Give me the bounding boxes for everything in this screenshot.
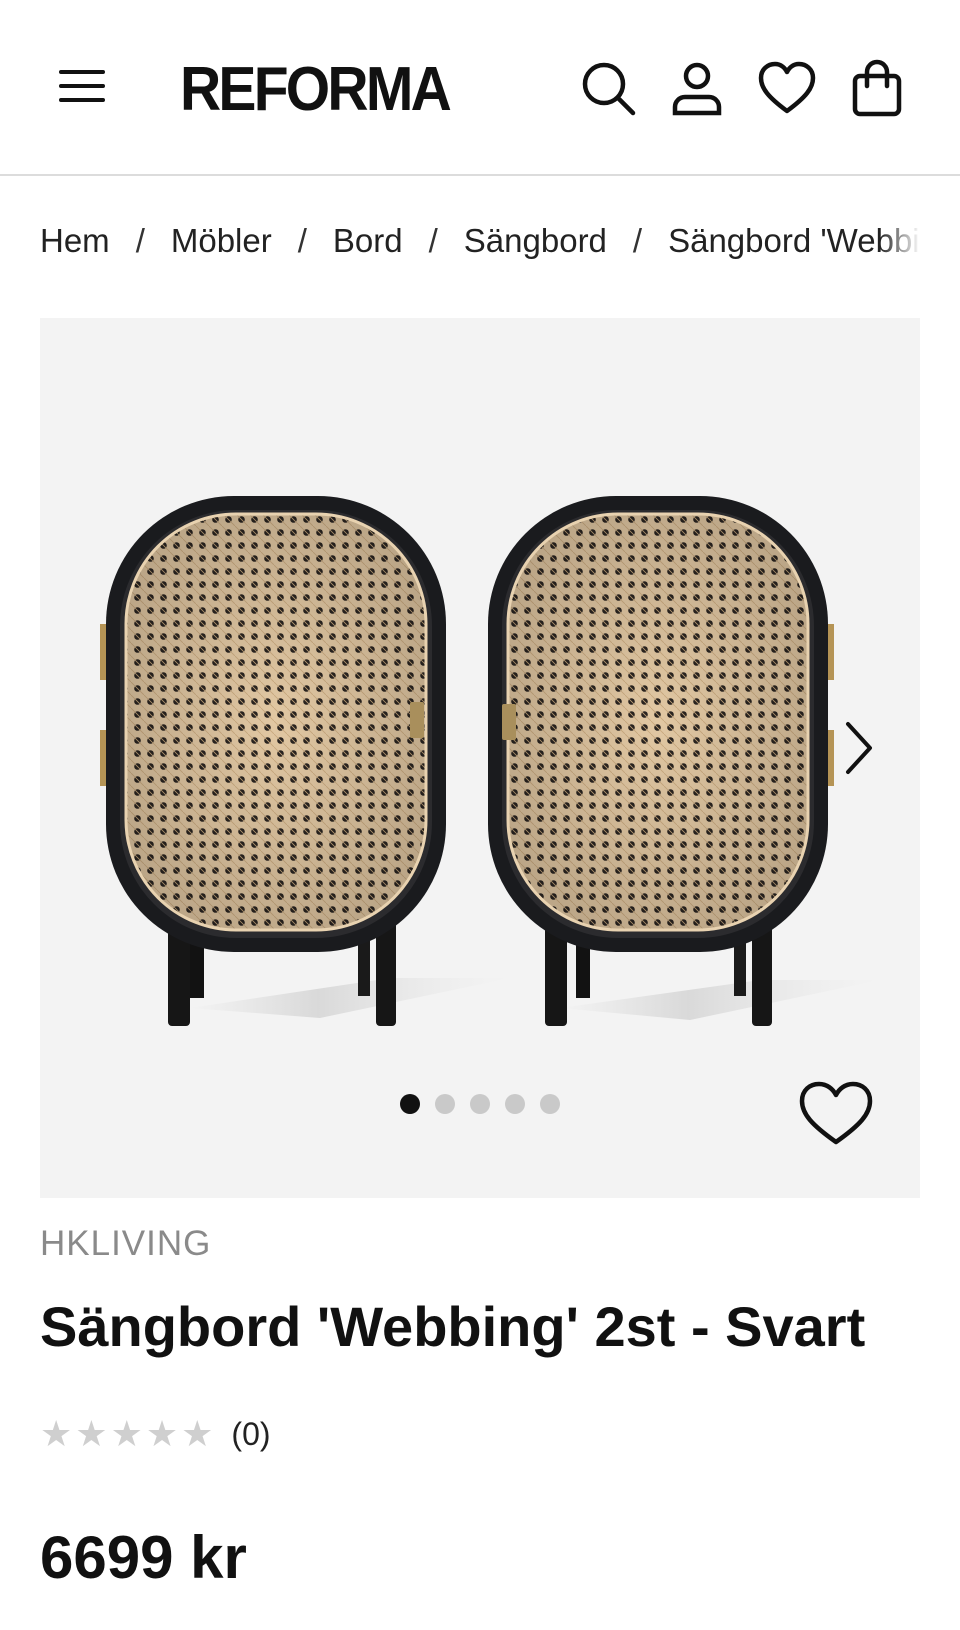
star-icon: ★: [110, 1413, 143, 1454]
bag-icon[interactable]: [846, 58, 908, 120]
breadcrumb-separator: /: [135, 222, 145, 259]
gallery-pagination: [400, 1094, 560, 1118]
heart-icon[interactable]: [756, 58, 818, 120]
breadcrumb-separator: /: [428, 222, 438, 259]
star-icon: ★: [75, 1413, 108, 1454]
product-title: Sängbord 'Webbing' 2st - Svart: [40, 1295, 866, 1358]
breadcrumb-bord[interactable]: Bord: [333, 216, 403, 266]
breadcrumb-mobler[interactable]: Möbler: [171, 216, 272, 266]
gallery-dot-4[interactable]: [505, 1094, 525, 1114]
star-icon: ★: [181, 1413, 214, 1454]
product-gallery[interactable]: [40, 318, 920, 1198]
add-to-wishlist-heart-icon[interactable]: [798, 1080, 874, 1148]
star-icon: ★: [145, 1413, 179, 1454]
rating-stars: ★ ★ ★ ★ ★: [40, 1414, 213, 1454]
breadcrumb: Hem/Möbler/Bord/Sängbord/Sängbord 'Webbi…: [40, 216, 920, 266]
next-slide-arrow-icon[interactable]: [832, 716, 884, 780]
review-count[interactable]: (0): [231, 1416, 270, 1453]
breadcrumb-fade: [880, 216, 920, 266]
menu-icon[interactable]: [56, 64, 108, 108]
breadcrumb-home[interactable]: Hem: [40, 216, 110, 266]
breadcrumb-separator: /: [632, 222, 643, 259]
gallery-dot-1[interactable]: [400, 1094, 420, 1114]
search-icon[interactable]: [578, 58, 640, 120]
product-rating[interactable]: ★ ★ ★ ★ ★ (0): [40, 1410, 271, 1458]
product-image: [100, 496, 880, 1026]
product-brand[interactable]: HKLIVING: [40, 1222, 211, 1266]
gallery-dot-5[interactable]: [540, 1094, 560, 1114]
breadcrumb-sangbord[interactable]: Sängbord: [464, 216, 607, 266]
star-icon: ★: [40, 1413, 73, 1454]
site-header: REFORMA: [0, 0, 960, 176]
site-logo[interactable]: REFORMA: [180, 54, 452, 126]
product-price: 6699 kr: [40, 1524, 247, 1591]
user-icon[interactable]: [666, 58, 728, 120]
gallery-dot-3[interactable]: [470, 1094, 490, 1114]
gallery-dot-2[interactable]: [435, 1094, 455, 1114]
breadcrumb-separator: /: [297, 222, 307, 259]
